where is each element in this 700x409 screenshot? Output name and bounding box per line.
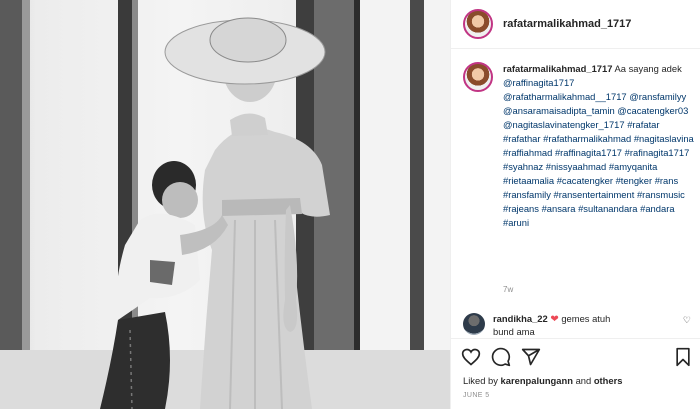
hashtag-link[interactable]: #sultanandara xyxy=(578,203,637,214)
hashtag-link[interactable]: #ansara xyxy=(542,203,576,214)
caption-username[interactable]: rafatarmalikahmad_1717 xyxy=(503,63,612,74)
post-photo[interactable] xyxy=(0,0,450,409)
action-bar xyxy=(451,338,700,374)
post-side-panel: rafatarmalikahmad_1717 rafatarmalikahmad… xyxy=(450,0,700,409)
hashtag-link[interactable]: #tengker xyxy=(616,175,652,186)
caption: rafatarmalikahmad_1717 Aa sayang adek @r… xyxy=(463,62,697,230)
comment-text: randikha_22 ❤ gemes atuh bund ama xyxy=(493,313,663,335)
caption-hashtags: #rafatar #rafathar #rafatharmalikahmad #… xyxy=(503,119,694,228)
comment-like-heart-icon[interactable]: ♡ xyxy=(683,315,691,326)
hashtag-link[interactable]: #ransentertainment xyxy=(554,189,635,200)
mention-link[interactable]: @ransfamilyy xyxy=(629,91,686,102)
post-date[interactable]: JUNE 5 xyxy=(463,392,490,399)
hashtag-link[interactable]: #raffiahmad xyxy=(503,147,552,158)
comment-username[interactable]: randikha_22 xyxy=(493,313,548,324)
mention-link[interactable]: @nagitaslavinatengker_1717 xyxy=(503,119,625,130)
post-header: rafatarmalikahmad_1717 xyxy=(451,0,700,49)
hashtag-link[interactable]: #nagitaslavina xyxy=(634,133,694,144)
instagram-post: rafatarmalikahmad_1717 rafatarmalikahmad… xyxy=(0,0,700,409)
hashtag-link[interactable]: #raffinagita1717 xyxy=(555,147,622,158)
hashtag-link[interactable]: #cacatengker xyxy=(557,175,613,186)
likes-others[interactable]: others xyxy=(594,375,623,386)
hashtag-link[interactable]: #rafinagita1717 xyxy=(625,147,690,158)
hashtag-link[interactable]: #nissyaahmad xyxy=(546,161,606,172)
post-age[interactable]: 7w xyxy=(503,285,513,294)
hashtag-link[interactable]: #rafatar xyxy=(627,119,659,130)
likes-user[interactable]: karenpalungann xyxy=(501,375,573,386)
hashtag-link[interactable]: #rafatharmalikahmad xyxy=(543,133,631,144)
comment-body-continued: bund ama xyxy=(493,326,535,335)
bookmark-icon[interactable] xyxy=(673,347,693,367)
author-avatar[interactable] xyxy=(463,9,493,39)
mention-link[interactable]: @rafatharmalikahmad__1717 xyxy=(503,91,627,102)
hashtag-link[interactable]: #ransmusic xyxy=(637,189,685,200)
photo-illustration xyxy=(0,0,450,409)
commenter-avatar[interactable] xyxy=(463,313,485,335)
hashtag-link[interactable]: #rafathar xyxy=(503,133,541,144)
comment-row: randikha_22 ❤ gemes atuh bund ama ♡ xyxy=(463,313,697,335)
caption-intro: Aa sayang adek xyxy=(614,63,682,74)
hashtag-link[interactable]: #andara xyxy=(640,203,674,214)
red-heart-emoji-icon: ❤ xyxy=(550,314,559,325)
mention-link[interactable]: @cacatengker03 xyxy=(617,105,688,116)
likes-prefix: Liked by xyxy=(463,375,498,386)
hashtag-link[interactable]: #rans xyxy=(655,175,678,186)
hashtag-link[interactable]: #aruni xyxy=(503,217,529,228)
caption-mentions: @raffinagita1717 @rafatharmalikahmad__17… xyxy=(503,77,688,130)
hashtag-link[interactable]: #syahnaz xyxy=(503,161,543,172)
comment-icon[interactable] xyxy=(491,347,511,367)
hashtag-link[interactable]: #rajeans xyxy=(503,203,539,214)
hashtag-link[interactable]: #amyqanita xyxy=(609,161,657,172)
mention-link[interactable]: @raffinagita1717 xyxy=(503,77,574,88)
comment-body: gemes atuh xyxy=(561,313,611,324)
hashtag-link[interactable]: #ransfamily xyxy=(503,189,551,200)
mention-link[interactable]: @ansaramaisadipta_tamin xyxy=(503,105,615,116)
likes-summary: Liked by karenpalungann and others xyxy=(463,375,622,386)
caption-avatar[interactable] xyxy=(463,62,493,92)
caption-text: rafatarmalikahmad_1717 Aa sayang adek @r… xyxy=(503,62,697,230)
share-icon[interactable] xyxy=(521,347,541,367)
author-username[interactable]: rafatarmalikahmad_1717 xyxy=(503,18,631,30)
likes-and: and xyxy=(575,375,592,386)
hashtag-link[interactable]: #rietaamalia xyxy=(503,175,554,186)
heart-icon[interactable] xyxy=(461,347,481,367)
